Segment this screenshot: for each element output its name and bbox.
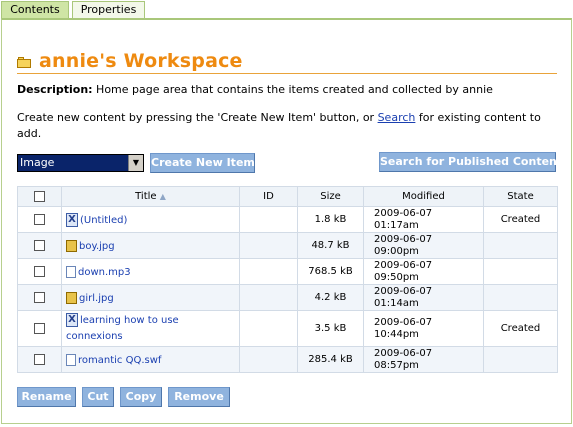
row-id	[239, 346, 298, 373]
select-all-checkbox[interactable]	[34, 190, 45, 202]
document-icon: X	[66, 212, 78, 227]
column-header-state[interactable]: State	[483, 186, 558, 207]
row-size: 768.5 kB	[297, 258, 364, 285]
row-checkbox[interactable]	[34, 213, 45, 225]
row-title-link[interactable]: (Untitled)	[80, 215, 127, 226]
row-id	[239, 258, 298, 285]
row-modified: 2009-06-07 09:50pm	[363, 258, 484, 285]
row-checkbox[interactable]	[34, 322, 45, 334]
row-id	[239, 232, 298, 259]
copy-button[interactable]: Copy	[120, 387, 162, 407]
search-published-content-button[interactable]: Search for Published Content	[379, 152, 562, 172]
table-row: Xlearning how to use connexions 3.5 kB 2…	[17, 310, 558, 347]
image-file-icon	[66, 291, 77, 304]
create-new-item-button[interactable]: Create New Item	[150, 153, 255, 173]
description-text: Home page area that contains the items c…	[96, 83, 493, 96]
chevron-down-icon[interactable]: ▼	[128, 155, 143, 171]
column-header-modified[interactable]: Modified	[363, 186, 484, 207]
row-title-cell: X (Untitled)	[61, 206, 240, 233]
row-state	[483, 284, 558, 311]
row-title-cell: down.mp3	[61, 258, 240, 285]
item-type-value: Image	[20, 156, 55, 169]
row-id	[239, 284, 298, 311]
row-modified: 2009-06-07 08:57pm	[363, 346, 484, 373]
folder-icon	[17, 57, 33, 69]
tab-properties[interactable]: Properties	[72, 1, 145, 19]
item-type-select[interactable]: Image ▼	[17, 154, 144, 172]
page-title-row: annie's Workspace	[17, 50, 557, 74]
row-title-link[interactable]: romantic QQ.swf	[78, 355, 161, 366]
document-icon: X	[66, 312, 78, 327]
cut-button[interactable]: Cut	[82, 387, 114, 407]
rename-button[interactable]: Rename	[17, 387, 76, 407]
tab-contents[interactable]: Contents	[1, 1, 69, 19]
row-title-link[interactable]: girl.jpg	[79, 293, 114, 304]
row-id	[239, 206, 298, 233]
row-state	[483, 346, 558, 373]
table-row: X (Untitled) 1.8 kB 2009-06-07 01:17am Cre…	[17, 206, 558, 233]
row-id	[239, 310, 298, 347]
column-header-title[interactable]: Title ▲	[61, 186, 240, 207]
row-size: 4.2 kB	[297, 284, 364, 311]
row-checkbox[interactable]	[34, 239, 45, 251]
row-state	[483, 258, 558, 285]
row-title-cell: romantic QQ.swf	[61, 346, 240, 373]
file-icon	[66, 265, 76, 278]
items-table: Title ▲ ID Size Modified State X (Untitle…	[17, 186, 558, 373]
table-row: down.mp3 768.5 kB 2009-06-07 09:50pm	[17, 258, 558, 285]
table-row: boy.jpg 48.7 kB 2009-06-07 09:00pm	[17, 232, 558, 259]
row-title-cell: Xlearning how to use connexions	[61, 310, 240, 347]
row-modified: 2009-06-07 01:17am	[363, 206, 484, 233]
image-file-icon	[66, 239, 77, 252]
row-checkbox[interactable]	[34, 291, 45, 303]
row-title-link[interactable]: learning how to use connexions	[66, 315, 179, 342]
description-label: Description:	[17, 83, 93, 96]
column-header-size[interactable]: Size	[297, 186, 364, 207]
tab-bar: Contents Properties	[0, 0, 573, 19]
action-buttons: Rename Cut Copy Remove	[17, 387, 237, 407]
row-title-link[interactable]: boy.jpg	[79, 241, 115, 252]
remove-button[interactable]: Remove	[168, 387, 230, 407]
row-size: 3.5 kB	[297, 310, 364, 347]
row-state	[483, 232, 558, 259]
row-size: 48.7 kB	[297, 232, 364, 259]
row-state: Created	[483, 206, 558, 233]
select-all-cell	[17, 186, 62, 207]
row-modified: 2009-06-07 10:44pm	[363, 310, 484, 347]
row-size: 1.8 kB	[297, 206, 364, 233]
description: Description: Home page area that contain…	[17, 83, 493, 96]
row-title-cell: boy.jpg	[61, 232, 240, 259]
instructions: Create new content by pressing the 'Crea…	[17, 110, 562, 142]
file-icon	[66, 353, 76, 366]
row-modified: 2009-06-07 01:14am	[363, 284, 484, 311]
row-checkbox[interactable]	[34, 265, 45, 277]
table-row: girl.jpg 4.2 kB 2009-06-07 01:14am	[17, 284, 558, 311]
sort-ascending-icon: ▲	[159, 192, 166, 201]
row-title-cell: girl.jpg	[61, 284, 240, 311]
table-row: romantic QQ.swf 285.4 kB 2009-06-07 08:57…	[17, 346, 558, 373]
row-title-link[interactable]: down.mp3	[78, 267, 131, 278]
row-state: Created	[483, 310, 558, 347]
column-header-id[interactable]: ID	[239, 186, 298, 207]
row-size: 285.4 kB	[297, 346, 364, 373]
instructions-before: Create new content by pressing the 'Crea…	[17, 111, 378, 124]
row-checkbox[interactable]	[34, 353, 45, 365]
page-title: annie's Workspace	[39, 50, 243, 72]
search-link[interactable]: Search	[378, 111, 416, 124]
row-modified: 2009-06-07 09:00pm	[363, 232, 484, 259]
table-header-row: Title ▲ ID Size Modified State	[17, 186, 558, 207]
